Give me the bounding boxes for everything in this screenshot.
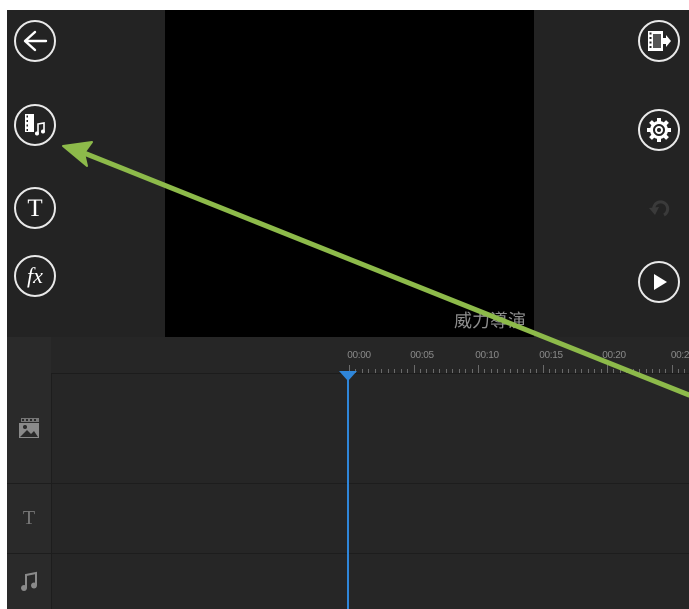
video-editor-app: T fx 威力導演 00:00 00:05 00:10 00:15 00:20 …: [7, 10, 689, 609]
video-preview: 威力導演: [165, 10, 534, 337]
text-track-icon: T: [7, 483, 51, 553]
preview-watermark: 威力導演: [454, 311, 526, 332]
gear-icon: [646, 117, 672, 143]
right-toolbar: [534, 10, 689, 337]
ruler-tick: [478, 365, 479, 373]
media-library-button[interactable]: [14, 104, 56, 146]
left-toolbar: T fx: [7, 10, 165, 337]
effects-button-label: fx: [27, 263, 43, 288]
undo-button[interactable]: [638, 187, 680, 229]
arrow-left-icon: [22, 29, 48, 53]
ruler-tick: [607, 365, 608, 373]
undo-icon: [646, 195, 672, 221]
effects-button[interactable]: fx: [14, 255, 56, 297]
title-track-label: T: [22, 506, 36, 529]
produce-button[interactable]: [638, 20, 680, 62]
ruler-tick: [542, 365, 544, 373]
film-music-icon: [22, 112, 48, 138]
play-button[interactable]: [638, 261, 680, 303]
time-label: 00:00: [347, 350, 371, 361]
timeline-panel: 00:00 00:05 00:10 00:15 00:20 00:2 T: [7, 337, 689, 609]
settings-button[interactable]: [638, 109, 680, 151]
ruler-tick: [413, 365, 415, 373]
playhead-handle[interactable]: [339, 371, 357, 381]
playhead[interactable]: [347, 373, 349, 609]
editor-top-area: T fx 威力導演: [7, 10, 689, 337]
add-title-button[interactable]: T: [14, 187, 56, 229]
play-icon: [648, 271, 670, 293]
back-button[interactable]: [14, 20, 56, 62]
film-export-icon: [646, 29, 672, 53]
title-button-label: T: [27, 194, 43, 222]
time-ruler[interactable]: 00:00 00:05 00:10 00:15 00:20 00:2: [51, 337, 689, 374]
time-label: 00:20: [602, 350, 626, 361]
time-label: 00:2: [670, 350, 689, 361]
music-note-icon: [7, 553, 51, 609]
time-label: 00:10: [475, 350, 499, 361]
image-track-icon: [7, 373, 51, 483]
time-label: 00:05: [410, 350, 434, 361]
ruler-tick: [671, 365, 673, 373]
time-label: 00:15: [539, 350, 563, 361]
